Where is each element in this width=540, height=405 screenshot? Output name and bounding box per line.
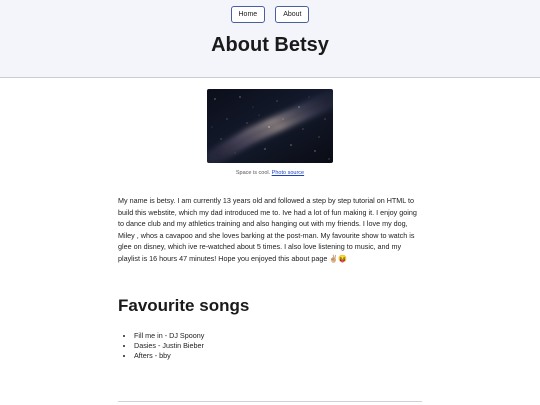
songs-heading: Favourite songs (118, 296, 250, 315)
space-photo (207, 89, 333, 163)
top-nav: Home About (0, 6, 540, 23)
milky-way-image (207, 89, 333, 163)
list-item: Fill me in - DJ Spoony (134, 331, 204, 341)
list-item: Dasies - Justin Bieber (134, 341, 204, 351)
list-item: Afters - bby (134, 351, 204, 361)
caption-text: Space is cool. (235, 170, 271, 176)
songs-list: Fill me in - DJ Spoony Dasies - Justin B… (118, 331, 204, 361)
photo-caption: Space is cool. Photo source (0, 170, 540, 176)
footer-divider (118, 401, 422, 402)
home-button[interactable]: Home (230, 6, 266, 23)
about-button[interactable]: About (275, 6, 310, 23)
page-header: Home About About Betsy (0, 0, 540, 78)
page-title: About Betsy (211, 34, 329, 56)
photo-source-link[interactable]: Photo source (272, 170, 304, 176)
bio-paragraph: My name is betsy. I am currently 13 year… (118, 196, 417, 263)
